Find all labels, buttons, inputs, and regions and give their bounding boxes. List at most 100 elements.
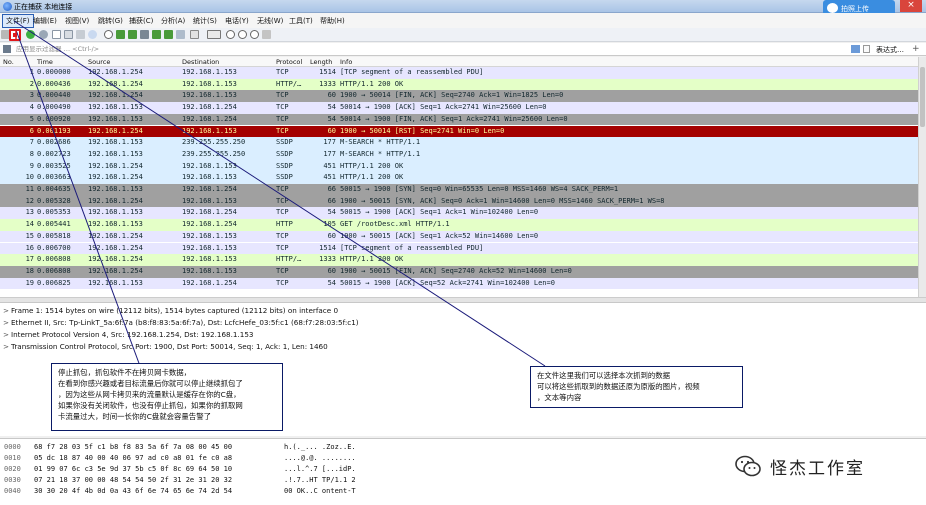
go-forward-icon[interactable] — [128, 30, 137, 39]
packet-row[interactable]: 8 0.002723 192.168.1.153 239.255.255.250 SSD… — [0, 148, 918, 161]
menu-view[interactable]: 视图(V) — [65, 16, 89, 26]
find-packet-icon[interactable] — [104, 30, 113, 39]
apply-filter-arrow-icon[interactable] — [851, 45, 860, 53]
column-source[interactable]: Source — [88, 58, 110, 66]
packet-row[interactable]: 18 0.006808 192.168.1.254 192.168.1.153 TCP 6… — [0, 265, 918, 278]
detail-frame[interactable]: > Frame 1: 1514 bytes on wire (12112 bits… — [3, 306, 338, 315]
packet-cell-len: 60 — [327, 266, 336, 275]
save-file-icon[interactable] — [64, 30, 73, 39]
packet-cell-len: 60 — [327, 91, 336, 100]
packet-cell-info: M-SEARCH * HTTP/1.1 — [340, 138, 421, 147]
menu-analyze[interactable]: 分析(A) — [161, 16, 185, 26]
zoom-out-icon[interactable] — [238, 30, 247, 39]
column-no[interactable]: No. — [3, 58, 14, 66]
reload-icon[interactable] — [88, 30, 97, 39]
menu-capture[interactable]: 捕获(C) — [129, 16, 153, 26]
packet-row[interactable]: 12 0.005328 192.168.1.254 192.168.1.153 TCP 6… — [0, 195, 918, 208]
packet-cell-info: 1900 → 50015 [FIN, ACK] Seq=2740 Ack=52 … — [340, 266, 572, 275]
packet-row[interactable]: 2 0.000436 192.168.1.254 192.168.1.153 HTTP/… — [0, 78, 918, 91]
column-protocol[interactable]: Protocol — [276, 58, 302, 66]
detail-ethernet[interactable]: > Ethernet II, Src: Tp-LinkT_5a:6f:7a (b8… — [3, 318, 359, 327]
packet-cell-len: 451 — [323, 173, 336, 182]
normal-size-icon[interactable] — [250, 30, 259, 39]
menu-go[interactable]: 跳转(G) — [98, 16, 123, 26]
packet-list-pane-icon[interactable] — [207, 30, 221, 39]
packet-cell-no: 16 — [25, 243, 34, 252]
scrollbar-thumb[interactable] — [920, 67, 925, 127]
go-back-icon[interactable] — [116, 30, 125, 39]
packet-cell-proto: TCP — [276, 126, 289, 135]
menu-file[interactable]: 文件(F) — [2, 14, 34, 28]
packet-cell-info: 50015 → 1900 [ACK] Seq=1 Ack=1 Win=10240… — [340, 208, 539, 217]
column-destination[interactable]: Destination — [182, 58, 219, 66]
first-packet-icon[interactable] — [152, 30, 161, 39]
packet-cell-src: 192.168.1.254 — [88, 161, 143, 170]
packet-row[interactable]: 11 0.004635 192.168.1.153 192.168.1.254 TCP 6… — [0, 184, 918, 196]
packet-cell-no: 9 — [29, 161, 34, 170]
menu-statistics[interactable]: 统计(S) — [193, 16, 217, 26]
capture-options-icon[interactable] — [39, 30, 48, 39]
add-filter-button[interactable]: + — [912, 44, 920, 54]
packet-cell-info: 50015 → 1900 [ACK] Seq=52 Ack=2741 Win=1… — [340, 278, 555, 287]
stop-capture-icon[interactable] — [9, 29, 21, 41]
packet-cell-time: 0.005441 — [37, 220, 71, 229]
packet-row[interactable]: 1 0.000000 192.168.1.254 192.168.1.153 TCP 15… — [0, 67, 918, 79]
packet-row[interactable]: 7 0.002686 192.168.1.153 239.255.255.250 SSD… — [0, 137, 918, 149]
packet-cell-no: 1 — [29, 68, 34, 76]
packet-cell-dst: 192.168.1.153 — [182, 196, 237, 205]
packet-cell-src: 192.168.1.254 — [88, 79, 143, 88]
packet-row[interactable]: 6 0.001193 192.168.1.254 192.168.1.153 TCP 60… — [0, 125, 918, 138]
display-filter-input[interactable]: 应用显示过滤器 … <Ctrl-/> — [14, 44, 844, 55]
close-window-button[interactable]: × — [900, 0, 922, 12]
packet-cell-src: 192.168.1.254 — [88, 231, 143, 240]
menu-telephony[interactable]: 电话(Y) — [225, 16, 249, 26]
column-time[interactable]: Time — [37, 58, 53, 66]
packet-cell-no: 5 — [29, 114, 34, 123]
packet-cell-proto: SSDP — [276, 161, 293, 170]
packet-cell-info: HTTP/1.1 200 OK — [340, 255, 404, 264]
packet-cell-src: 192.168.1.153 — [88, 114, 143, 123]
title-bar: 正在捕获 本地连接 — [0, 0, 926, 13]
detail-ip[interactable]: > Internet Protocol Version 4, Src: 192.1… — [3, 330, 254, 339]
packet-row[interactable]: 15 0.005818 192.168.1.254 192.168.1.153 TCP 6… — [0, 230, 918, 243]
menu-wireless[interactable]: 无线(W) — [257, 16, 283, 26]
go-to-packet-icon[interactable] — [140, 30, 149, 39]
packet-cell-dst: 192.168.1.153 — [182, 255, 237, 264]
packet-list-scrollbar[interactable] — [918, 57, 926, 297]
packet-row[interactable]: 9 0.003525 192.168.1.254 192.168.1.153 SSDP 4… — [0, 160, 918, 173]
menu-tools[interactable]: 工具(T) — [289, 16, 313, 26]
open-file-icon[interactable] — [52, 30, 61, 39]
packet-cell-time: 0.006808 — [37, 266, 71, 275]
packet-row[interactable]: 3 0.000440 192.168.1.254 192.168.1.153 TCP 60… — [0, 90, 918, 103]
packet-row[interactable]: 19 0.006825 192.168.1.153 192.168.1.254 TCP 5… — [0, 277, 918, 290]
packet-cell-len: 177 — [323, 138, 336, 147]
zoom-in-icon[interactable] — [226, 30, 235, 39]
packet-cell-no: 19 — [25, 278, 34, 287]
menu-help[interactable]: 帮助(H) — [320, 16, 345, 26]
last-packet-icon[interactable] — [164, 30, 173, 39]
column-info[interactable]: Info — [340, 58, 352, 66]
packet-cell-proto: SSDP — [276, 138, 293, 147]
packet-row[interactable]: 16 0.006700 192.168.1.254 192.168.1.153 TCP 1… — [0, 242, 918, 255]
packet-row[interactable]: 4 0.000490 192.168.1.153 192.168.1.254 TCP 54… — [0, 102, 918, 114]
packet-row[interactable]: 5 0.000920 192.168.1.153 192.168.1.254 TCP 54… — [0, 113, 918, 126]
auto-scroll-icon[interactable] — [176, 30, 185, 39]
resize-columns-icon[interactable] — [262, 30, 271, 39]
colorize-icon[interactable] — [190, 30, 199, 39]
packet-cell-dst: 239.255.255.250 — [182, 138, 246, 147]
packet-row[interactable]: 14 0.005441 192.168.1.153 192.168.1.254 HTTP… — [0, 219, 918, 231]
packet-row[interactable]: 10 0.003663 192.168.1.254 192.168.1.153 SSDP… — [0, 172, 918, 184]
column-length[interactable]: Length — [310, 58, 332, 66]
packet-cell-src: 192.168.1.153 — [88, 103, 143, 112]
packet-row[interactable]: 13 0.005353 192.168.1.153 192.168.1.254 TCP 5… — [0, 207, 918, 220]
bookmark-icon[interactable] — [3, 45, 11, 53]
expression-button[interactable]: 表达式… — [876, 45, 904, 55]
packet-row[interactable]: 17 0.006808 192.168.1.254 192.168.1.153 HTTP… — [0, 254, 918, 266]
close-file-icon[interactable] — [76, 30, 85, 39]
restart-capture-icon[interactable] — [26, 30, 35, 39]
packet-list: 1 0.000000 192.168.1.254 192.168.1.153 TCP 15… — [0, 67, 918, 297]
menu-edit[interactable]: 编辑(E) — [33, 16, 57, 26]
detail-tcp[interactable]: > Transmission Control Protocol, Src Port… — [3, 342, 328, 351]
packet-cell-time: 0.006808 — [37, 255, 71, 264]
filter-dropdown-icon[interactable] — [863, 45, 870, 53]
